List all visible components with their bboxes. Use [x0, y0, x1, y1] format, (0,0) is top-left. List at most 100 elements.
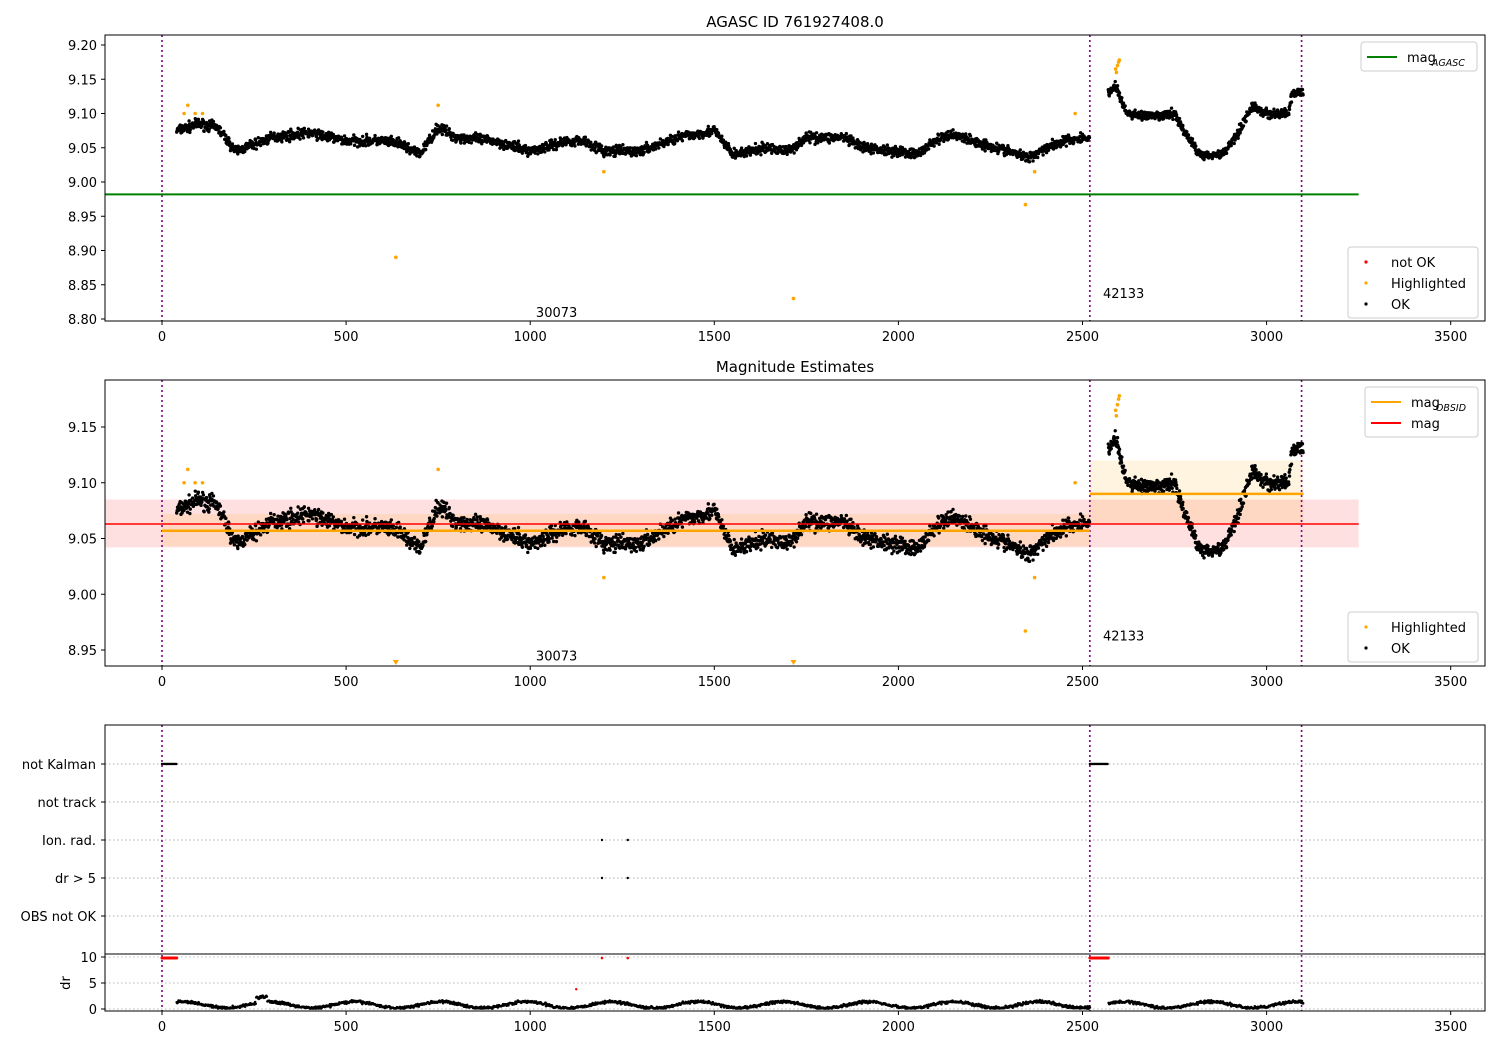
ok-point [196, 490, 201, 494]
x-tick-label: 1000 [514, 330, 547, 345]
ok-point [647, 542, 652, 546]
legend-label: not OK [1391, 256, 1436, 271]
ok-point [236, 534, 240, 538]
ok-point [584, 532, 589, 537]
ok-point [676, 130, 681, 134]
ok-point [885, 532, 890, 536]
ok-point [313, 508, 317, 512]
ok-point [523, 143, 528, 148]
ok-point [307, 519, 311, 523]
ok-point [417, 540, 421, 544]
ok-point [635, 537, 640, 541]
ok-point [352, 143, 357, 148]
ok-point [697, 136, 702, 141]
ok-point [207, 510, 211, 514]
ok-point [1169, 106, 1174, 110]
ok-point [849, 517, 853, 521]
ok-point [892, 549, 896, 553]
ok-point [543, 150, 547, 154]
ok-point [842, 517, 847, 521]
ok-point [918, 549, 923, 553]
ok-point [633, 545, 638, 550]
ok-point [814, 512, 819, 516]
y-tick-label: 9.15 [68, 73, 97, 88]
ok-point [331, 515, 336, 519]
ok-point [642, 544, 646, 548]
ok-point [759, 548, 763, 552]
ok-point [339, 519, 344, 524]
ok-point [352, 515, 356, 520]
ok-point [554, 539, 559, 544]
ok-point [775, 545, 780, 550]
highlighted-point [602, 169, 606, 174]
ok-point [285, 517, 289, 522]
ok-point [1224, 151, 1229, 156]
ok-point [790, 541, 794, 545]
ok-point [720, 134, 724, 138]
ok-point [1301, 93, 1305, 97]
ok-point [289, 506, 293, 510]
ok-point [188, 507, 192, 511]
ok-point [204, 495, 209, 500]
ok-point [844, 513, 849, 518]
ok-point [744, 154, 749, 158]
ok-point [1287, 107, 1292, 112]
panel-agasc: AGASC ID 761927408.030073421330 500 1000 15… [68, 13, 1486, 345]
ok-point [539, 543, 544, 548]
highlighted-point [1114, 70, 1119, 75]
ok-point [364, 515, 369, 519]
ok-point [1289, 100, 1294, 104]
ok-point [1133, 108, 1137, 112]
ok-point [424, 539, 428, 544]
y-tick-label: 9.00 [68, 176, 97, 191]
ok-point [593, 537, 597, 541]
ok-point [634, 549, 639, 554]
ok-point [613, 550, 617, 555]
ok-point [614, 532, 619, 537]
ok-point [314, 517, 319, 521]
ok-point [748, 548, 753, 553]
legend-subscript: AGASC [1431, 58, 1465, 69]
highlighted-point [436, 103, 440, 108]
ok-point [232, 543, 237, 547]
ok-point [570, 533, 574, 537]
ok-point [589, 140, 593, 145]
ok-point [187, 493, 191, 497]
ok-point [1229, 143, 1233, 148]
y-tick-label: 8.85 [68, 279, 97, 294]
ok-point [1123, 104, 1127, 108]
ok-point [1190, 137, 1195, 141]
legend-marker [1364, 302, 1368, 306]
ok-point [739, 537, 744, 541]
ok-point [201, 493, 206, 497]
ok-point [211, 119, 216, 124]
ok-point [937, 142, 941, 147]
ok-point [196, 117, 201, 121]
ok-point [710, 513, 714, 517]
ok-point [1287, 112, 1291, 117]
ok-point [885, 143, 890, 147]
ok-point [188, 511, 192, 516]
ok-point [844, 131, 849, 136]
ok-point [435, 132, 439, 136]
ok-point [373, 133, 377, 138]
ok-point [523, 533, 528, 537]
ok-point [1186, 133, 1191, 137]
y-tick-label: 8.80 [68, 313, 97, 328]
ok-point [814, 131, 819, 135]
ok-point [389, 134, 393, 139]
ok-points [175, 58, 1305, 301]
ok-point [424, 147, 428, 152]
ok-point [451, 524, 455, 529]
ok-point [230, 142, 235, 146]
ok-point [243, 149, 247, 154]
ok-point [398, 525, 402, 529]
ok-point [331, 132, 336, 137]
ok-point [739, 549, 743, 554]
ok-point [629, 550, 634, 554]
ok-point [715, 507, 719, 511]
ok-point [983, 149, 987, 153]
figure: AGASC ID 761927408.030073421330 500 1000 15… [21, 13, 1486, 1035]
ok-point [1064, 144, 1069, 148]
y-tick-label: 9.20 [68, 39, 97, 54]
